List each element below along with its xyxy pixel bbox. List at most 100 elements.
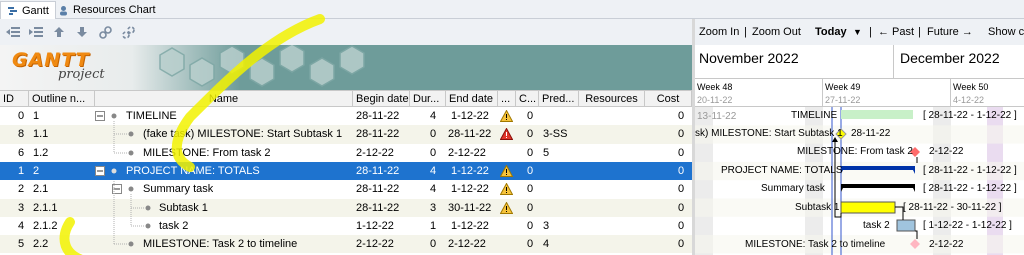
cell-id: 6	[18, 146, 25, 159]
column-header-info[interactable]: ...	[498, 91, 516, 107]
toolbar-separator: |	[744, 26, 747, 38]
week-label: Week 49	[825, 82, 861, 92]
toolbar-separator: |	[918, 26, 921, 38]
column-header-name[interactable]: Name	[95, 91, 353, 107]
column-header-duration[interactable]: Dur...	[410, 91, 446, 107]
cell-begin-date: 28-11-22	[356, 183, 400, 196]
today-button[interactable]: Today	[815, 26, 847, 38]
zoom-in-button[interactable]: Zoom In	[699, 26, 739, 38]
collapse-icon[interactable]	[95, 111, 107, 121]
task-bullet-icon	[128, 241, 134, 247]
unlink-button[interactable]	[118, 22, 138, 42]
week-date: 27-11-22	[825, 95, 861, 105]
cell-begin-date: 2-12-22	[356, 238, 394, 251]
cell-outline: 2.1.1	[33, 201, 58, 214]
unlink-icon	[121, 25, 135, 39]
cell-begin-date: 28-11-22	[356, 110, 400, 122]
cell-begin-date: 28-11-22	[356, 128, 400, 141]
cell-duration: 1	[430, 219, 437, 232]
table-row[interactable]: 6 1.2 MILESTONE: From task 2 2-12-22 0 2…	[0, 144, 692, 162]
cell-name: PROJECT NAME: TOTALS	[126, 164, 260, 177]
move-down-button[interactable]	[72, 22, 92, 42]
cell-outline: 2	[33, 164, 40, 177]
cell-end-date: 28-11-22	[448, 128, 492, 141]
table-row[interactable]: 5 2.2 MILESTONE: Task 2 to timeline 2-12…	[0, 235, 692, 254]
collapse-icon[interactable]	[112, 184, 124, 195]
column-header-predecessors[interactable]: Pred...	[539, 91, 579, 107]
cell-name: MILESTONE: Task 2 to timeline	[143, 238, 298, 251]
table-row[interactable]: 2 2.1 Summary task 28-11-22 4 1-12-22 0 …	[0, 180, 692, 198]
cell-cost: 0	[678, 201, 685, 214]
table-row-selected[interactable]: 1 2 PROJECT NAME: TOTALS 28-11-22 4 1-12…	[0, 161, 692, 181]
cell-id: 2	[18, 183, 25, 196]
table-row[interactable]: 8 1.1 (fake task) MILESTONE: Start Subta…	[0, 125, 692, 144]
month-label: November 2022	[699, 50, 799, 66]
task-bullet-icon	[128, 150, 134, 156]
indent-icon	[29, 27, 43, 37]
table-row[interactable]: 0 1 TIMELINE 28-11-22 4 1-12-22 0 0	[0, 107, 692, 125]
month-label: December 2022	[900, 50, 1000, 66]
cell-name: Subtask 1	[159, 201, 208, 214]
cell-id: 8	[18, 128, 25, 141]
tab-resources-chart[interactable]: Resources Chart	[52, 1, 162, 19]
cell-completion: 0	[527, 164, 534, 177]
task-toolbar	[0, 19, 692, 45]
cell-cost: 0	[678, 110, 685, 122]
cell-duration: 0	[430, 238, 437, 251]
cell-outline: 1.1	[33, 128, 49, 141]
column-header-completion[interactable]: C...	[516, 91, 539, 107]
show-critical-button[interactable]: Show cr	[988, 26, 1024, 38]
zoom-out-button[interactable]: Zoom Out	[752, 26, 801, 38]
link-button[interactable]	[95, 22, 115, 42]
task-bullet-icon	[145, 205, 151, 210]
cell-name: MILESTONE: From task 2	[143, 146, 271, 159]
chart-toolbar: Zoom In | Zoom Out Today ▼ | ← Past | Fu…	[695, 19, 1024, 45]
cell-duration: 4	[430, 183, 437, 196]
cell-completion: 0	[527, 238, 534, 251]
week-date: 20-11-22	[697, 95, 733, 105]
cell-duration: 0	[430, 146, 437, 159]
move-up-button[interactable]	[49, 22, 69, 42]
cell-id: 1	[18, 164, 25, 177]
cell-begin-date: 28-11-22	[356, 164, 400, 177]
link-icon	[98, 25, 112, 39]
cell-end-date: 2-12-22	[448, 146, 486, 159]
cell-completion: 0	[527, 219, 534, 232]
task-table: 0 1 TIMELINE 28-11-22 4 1-12-22 0 0 8 1.…	[0, 14, 692, 255]
future-button[interactable]: Future →	[927, 26, 973, 38]
table-row[interactable]: 3 2.1.1 Subtask 1 28-11-22 3 30-11-22 0 …	[0, 198, 692, 217]
warning-icon	[500, 183, 513, 196]
task-bullet-icon	[128, 131, 134, 137]
column-header-begin-date[interactable]: Begin date	[353, 91, 410, 107]
warning-icon	[500, 164, 513, 177]
column-header-cost[interactable]: Cost	[645, 91, 692, 107]
column-header-end-date[interactable]: End date	[446, 91, 498, 107]
unindent-button[interactable]	[3, 22, 23, 42]
table-row[interactable]: 4 2.1.2 task 2 1-12-22 1 1-12-22 0 3 0	[0, 217, 692, 235]
cell-id: 0	[18, 110, 25, 122]
collapse-icon[interactable]	[95, 165, 107, 176]
task-bullet-icon	[111, 113, 117, 119]
chart-date-range: [ 28-11-22 - 1-12-22 ]	[923, 183, 1017, 194]
column-header-resources[interactable]: Resources	[579, 91, 645, 107]
chart-date-range: [ 28-11-22 - 30-11-22 ]	[903, 202, 1002, 213]
column-header-outline[interactable]: Outline n...	[29, 91, 95, 107]
cell-name: task 2	[159, 219, 189, 232]
tab-gantt-label: Gantt	[22, 4, 49, 17]
chart-date-label: 13-11-22	[697, 111, 737, 122]
cell-cost: 0	[678, 146, 685, 159]
indent-button[interactable]	[26, 22, 46, 42]
cell-outline: 2.1	[33, 183, 49, 196]
today-dropdown-icon[interactable]: ▼	[853, 27, 862, 37]
past-button[interactable]: ← Past	[878, 26, 914, 38]
cell-completion: 0	[527, 201, 534, 214]
tab-gantt[interactable]: Gantt	[0, 1, 56, 19]
project-banner: GANTT project	[0, 45, 692, 90]
cell-name: Summary task	[143, 183, 214, 196]
gantt-chart-area[interactable]: 13-11-22 TIMELINE [ 28-11-22 - 1-12-22 ]…	[695, 107, 1024, 255]
chart-task-label: sk) MILESTONE: Start Subtask 1	[695, 128, 843, 139]
cell-predecessors: 3-SS	[543, 128, 568, 141]
cell-completion: 0	[527, 146, 534, 159]
chart-date-range: [ 28-11-22 - 1-12-22 ]	[923, 110, 1017, 121]
column-header-id[interactable]: ID	[0, 91, 29, 107]
